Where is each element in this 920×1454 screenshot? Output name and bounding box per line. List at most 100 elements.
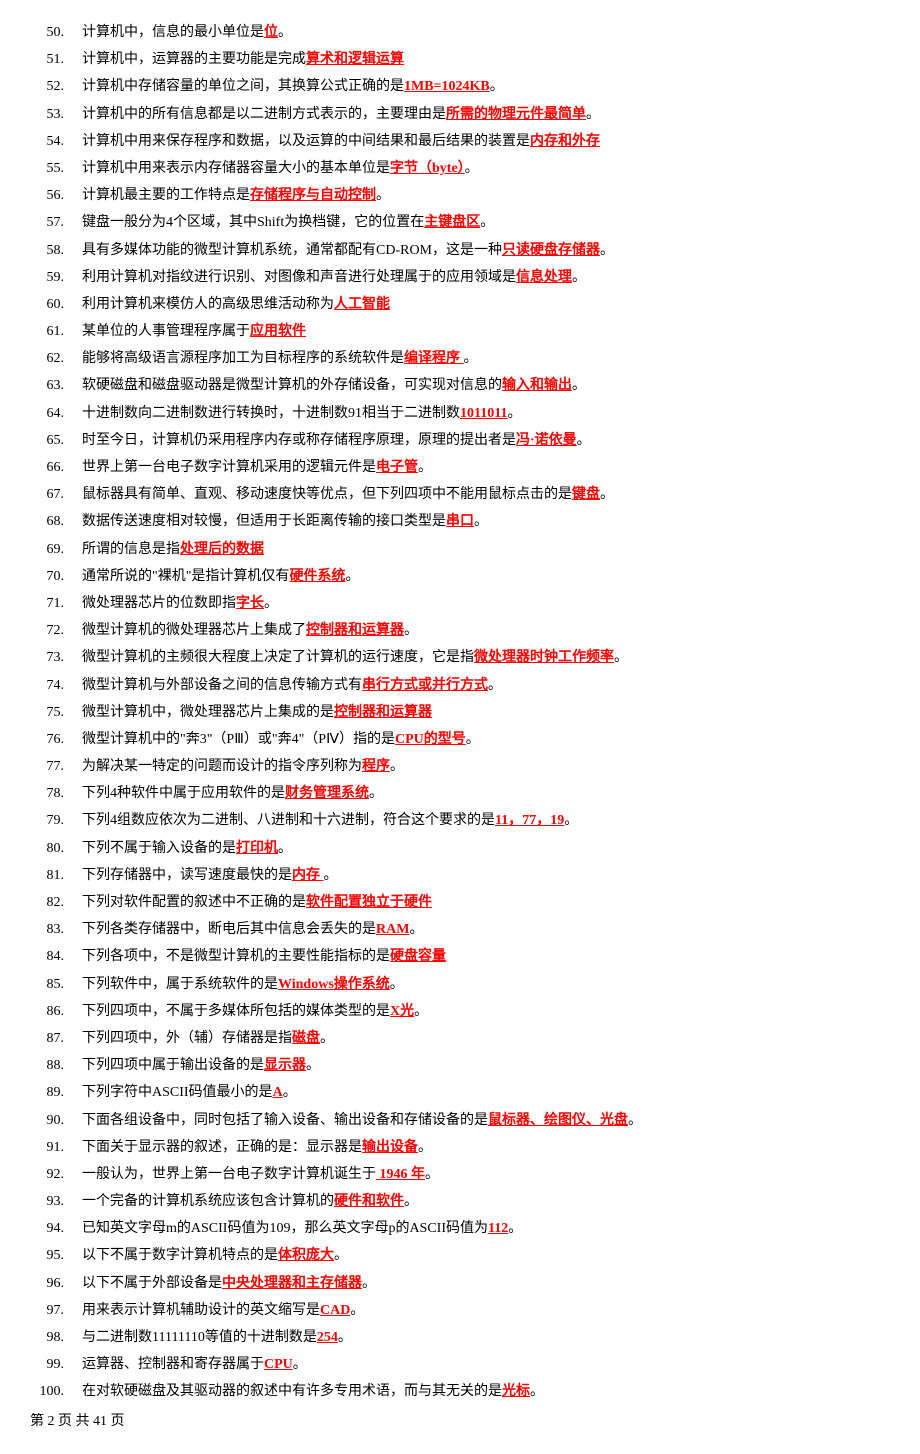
question-text: 软硬磁盘和磁盘驱动器是微型计算机的外存储设备，可实现对信息的 xyxy=(82,378,502,393)
question-text: 一般认为，世界上第一台电子数字计算机诞生于 xyxy=(82,1167,376,1182)
answer-highlight: 程序 xyxy=(362,759,390,774)
question-item: 73.微型计算机的主频很大程度上决定了计算机的运行速度，它是指微处理器时钟工作频… xyxy=(30,645,890,670)
question-text: 。 xyxy=(507,406,521,421)
question-content: 计算机中用来表示内存储器容量大小的基本单位是字节（byte）。 xyxy=(82,156,890,181)
answer-highlight: 254 xyxy=(317,1330,338,1345)
question-content: 计算机中，运算器的主要功能是完成算术和逻辑运算 xyxy=(82,47,890,72)
answer-highlight: 财务管理系统 xyxy=(285,786,369,801)
page-footer: 第 2 页 共 41 页 xyxy=(30,1409,890,1434)
question-text: 。 xyxy=(564,813,578,828)
question-text: 微型计算机中，微处理器芯片上集成的是 xyxy=(82,705,334,720)
question-content: 计算机中，信息的最小单位是位。 xyxy=(82,20,890,45)
question-content: 能够将高级语言源程序加工为目标程序的系统软件是编译程序 。 xyxy=(82,346,890,371)
question-number: 53. xyxy=(30,102,64,127)
question-number: 52. xyxy=(30,74,64,99)
question-content: 通常所说的"裸机"是指计算机仅有硬件系统。 xyxy=(82,564,890,589)
answer-highlight: 鼠标器、绘图仪、光盘 xyxy=(488,1113,628,1128)
question-text: 下列存储器中，读写速度最快的是 xyxy=(82,868,292,883)
question-content: 鼠标器具有简单、直观、移动速度快等优点，但下列四项中不能用鼠标点击的是键盘。 xyxy=(82,482,890,507)
question-text: 。 xyxy=(278,25,292,40)
question-content: 计算机中用来保存程序和数据，以及运算的中间结果和最后结果的装置是内存和外存 xyxy=(82,129,890,154)
question-number: 65. xyxy=(30,428,64,453)
question-item: 55.计算机中用来表示内存储器容量大小的基本单位是字节（byte）。 xyxy=(30,156,890,181)
question-text: 。 xyxy=(572,270,586,285)
question-item: 87.下列四项中，外（辅）存储器是指磁盘。 xyxy=(30,1026,890,1051)
question-text: 。 xyxy=(320,1031,334,1046)
question-item: 67.鼠标器具有简单、直观、移动速度快等优点，但下列四项中不能用鼠标点击的是键盘… xyxy=(30,482,890,507)
question-content: 时至今日，计算机仍采用程序内存或称存储程序原理，原理的提出者是冯·诺依曼。 xyxy=(82,428,890,453)
answer-highlight: 存储程序与自动控制 xyxy=(250,188,376,203)
question-item: 63.软硬磁盘和磁盘驱动器是微型计算机的外存储设备，可实现对信息的输入和输出。 xyxy=(30,373,890,398)
question-text: 数据传送速度相对较慢，但适用于长距离传输的接口类型是 xyxy=(82,514,446,529)
question-content: 下列各类存储器中，断电后其中信息会丢失的是RAM。 xyxy=(82,917,890,942)
question-item: 94.已知英文字母m的ASCII码值为109，那么英文字母p的ASCII码值为1… xyxy=(30,1216,890,1241)
question-text: 。 xyxy=(278,841,292,856)
question-content: 利用计算机来模仿人的高级思维活动称为人工智能 xyxy=(82,292,890,317)
question-text: 计算机中用来表示内存储器容量大小的基本单位是 xyxy=(82,161,390,176)
question-number: 80. xyxy=(30,836,64,861)
question-number: 66. xyxy=(30,455,64,480)
question-number: 100. xyxy=(30,1379,64,1404)
answer-highlight: X光 xyxy=(390,1004,414,1019)
question-content: 利用计算机对指纹进行识别、对图像和声音进行处理属于的应用领域是信息处理。 xyxy=(82,265,890,290)
question-content: 下列不属于输入设备的是打印机。 xyxy=(82,836,890,861)
question-content: 某单位的人事管理程序属于应用软件 xyxy=(82,319,890,344)
question-content: 计算机最主要的工作特点是存储程序与自动控制。 xyxy=(82,183,890,208)
question-text: 微型计算机的微处理器芯片上集成了 xyxy=(82,623,306,638)
question-content: 所谓的信息是指处理后的数据 xyxy=(82,537,890,562)
question-item: 71.微处理器芯片的位数即指字长。 xyxy=(30,591,890,616)
question-item: 64.十进制数向二进制数进行转换时，十进制数91相当于二进制数1011011。 xyxy=(30,401,890,426)
question-number: 76. xyxy=(30,727,64,752)
question-content: 下列四项中，不属于多媒体所包括的媒体类型的是X光。 xyxy=(82,999,890,1024)
question-item: 95.以下不属于数字计算机特点的是体积庞大。 xyxy=(30,1243,890,1268)
answer-highlight: 软件配置独立于硬件 xyxy=(306,895,432,910)
question-number: 63. xyxy=(30,373,64,398)
question-item: 81.下列存储器中，读写速度最快的是内存 。 xyxy=(30,863,890,888)
question-item: 77.为解决某一特定的问题而设计的指令序列称为程序。 xyxy=(30,754,890,779)
answer-highlight: 键盘 xyxy=(572,487,600,502)
question-item: 86.下列四项中，不属于多媒体所包括的媒体类型的是X光。 xyxy=(30,999,890,1024)
question-number: 74. xyxy=(30,673,64,698)
question-number: 72. xyxy=(30,618,64,643)
question-number: 51. xyxy=(30,47,64,72)
question-number: 88. xyxy=(30,1053,64,1078)
question-number: 94. xyxy=(30,1216,64,1241)
answer-highlight: 电子管 xyxy=(376,460,418,475)
question-item: 72.微型计算机的微处理器芯片上集成了控制器和运算器。 xyxy=(30,618,890,643)
question-text: 。 xyxy=(404,623,418,638)
question-number: 91. xyxy=(30,1135,64,1160)
question-content: 一般认为，世界上第一台电子数字计算机诞生于 1946 年。 xyxy=(82,1162,890,1187)
question-content: 下面各组设备中，同时包括了输入设备、输出设备和存储设备的是鼠标器、绘图仪、光盘。 xyxy=(82,1108,890,1133)
question-text: 。 xyxy=(425,1167,439,1182)
question-text: 微处理器芯片的位数即指 xyxy=(82,596,236,611)
question-number: 58. xyxy=(30,238,64,263)
question-item: 91.下面关于显示器的叙述，正确的是：显示器是输出设备。 xyxy=(30,1135,890,1160)
question-text: 十进制数向二进制数进行转换时，十进制数91相当于二进制数 xyxy=(82,406,460,421)
answer-highlight: CPU xyxy=(264,1357,293,1372)
question-number: 78. xyxy=(30,781,64,806)
question-content: 下列4组数应依次为二进制、八进制和十六进制，符合这个要求的是11，77，19。 xyxy=(82,808,890,833)
question-item: 53.计算机中的所有信息都是以二进制方式表示的，主要理由是所需的物理元件最简单。 xyxy=(30,102,890,127)
answer-highlight: 中央处理器和主存储器 xyxy=(222,1276,362,1291)
question-text: 。 xyxy=(306,1058,320,1073)
question-content: 下列存储器中，读写速度最快的是内存 。 xyxy=(82,863,890,888)
question-number: 56. xyxy=(30,183,64,208)
question-text: 。 xyxy=(350,1303,364,1318)
question-item: 98.与二进制数11111110等值的十进制数是254。 xyxy=(30,1325,890,1350)
question-text: 。 xyxy=(414,1004,428,1019)
question-item: 82.下列对软件配置的叙述中不正确的是软件配置独立于硬件 xyxy=(30,890,890,915)
question-text: 以下不属于数字计算机特点的是 xyxy=(82,1248,278,1263)
answer-highlight: 显示器 xyxy=(264,1058,306,1073)
answer-highlight: 主键盘区 xyxy=(424,215,480,230)
question-text: 在对软硬磁盘及其驱动器的叙述中有许多专用术语，而与其无关的是 xyxy=(82,1384,502,1399)
answer-highlight: 体积庞大 xyxy=(278,1248,334,1263)
question-number: 90. xyxy=(30,1108,64,1133)
answer-highlight: A xyxy=(273,1085,283,1100)
question-text: 。 xyxy=(293,1357,307,1372)
answer-highlight: 内存 xyxy=(292,868,324,883)
question-text: 微型计算机的主频很大程度上决定了计算机的运行速度，它是指 xyxy=(82,650,474,665)
question-text: 。 xyxy=(628,1113,642,1128)
question-text: 微型计算机中的"奔3"（PⅢ）或"奔4"（PⅣ）指的是 xyxy=(82,732,395,747)
answer-highlight: RAM xyxy=(376,922,409,937)
question-content: 十进制数向二进制数进行转换时，十进制数91相当于二进制数1011011。 xyxy=(82,401,890,426)
